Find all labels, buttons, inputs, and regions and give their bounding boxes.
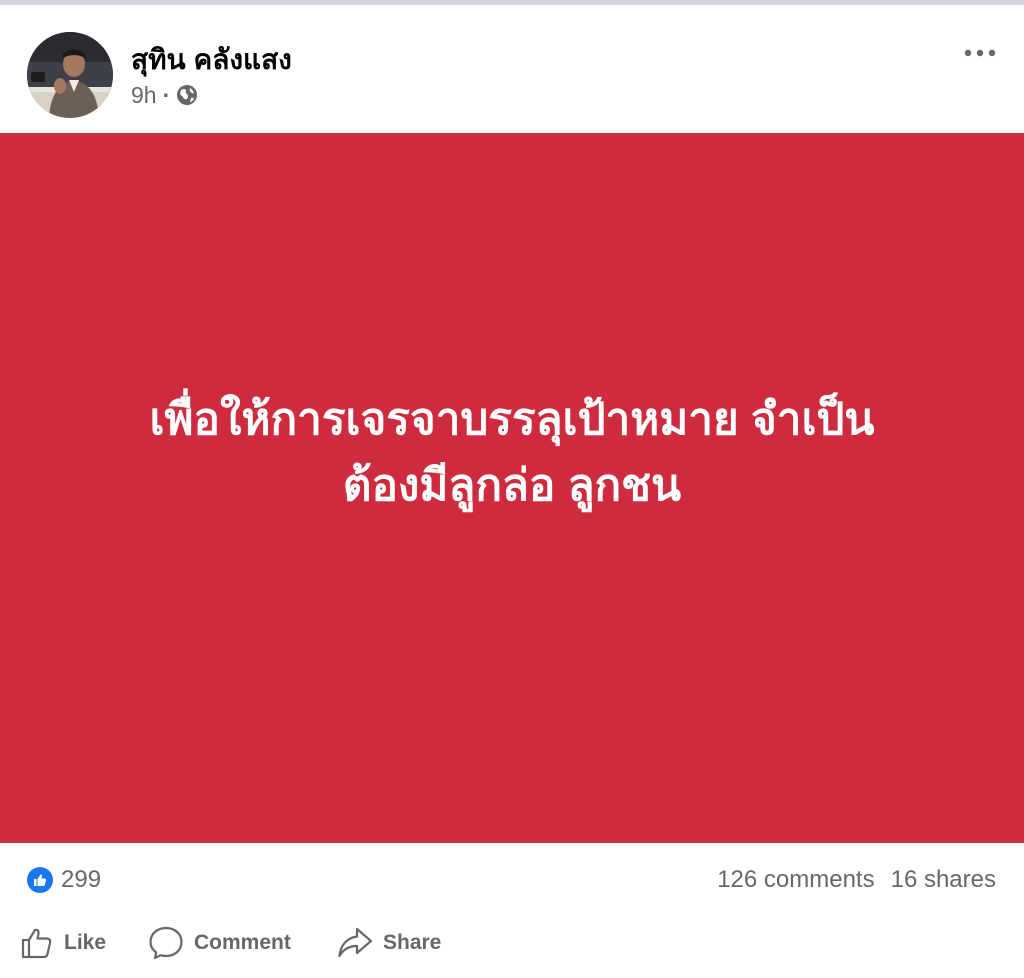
share-button[interactable]: Share (337, 925, 441, 961)
more-options-button[interactable] (960, 41, 1000, 65)
share-icon (338, 927, 373, 958)
comment-icon (149, 926, 183, 960)
like-button[interactable]: Like (20, 925, 106, 961)
more-icon (964, 49, 996, 57)
post-actions: Like Comment Share (0, 913, 1024, 978)
post-text-line: ต้องมีลูกล่อ ลูกชน (342, 461, 682, 510)
share-count[interactable]: 16 shares (891, 866, 996, 894)
post-text: เพื่อให้การเจรจาบรรลุเป้าหมาย จำเป็น ต้อ… (40, 387, 984, 519)
post-stats: 299 126 comments 16 shares (0, 843, 1024, 913)
thumbs-up-icon (21, 928, 52, 959)
post-text-line: เพื่อให้การเจรจาบรรลุเป้าหมาย จำเป็น (149, 395, 875, 444)
post-header: สุทิน คลังแสง 9h · (0, 5, 1024, 133)
globe-icon[interactable] (176, 84, 198, 106)
comment-label: Comment (194, 931, 291, 954)
comment-count[interactable]: 126 comments (717, 866, 874, 894)
reaction-summary[interactable]: 299 (27, 865, 101, 895)
author-avatar[interactable] (27, 32, 113, 118)
post-time[interactable]: 9h (131, 82, 157, 109)
avatar-photo (27, 32, 113, 118)
reaction-count: 299 (61, 866, 102, 893)
like-label: Like (64, 931, 107, 954)
post-meta: 9h · (131, 82, 198, 108)
comment-button[interactable]: Comment (148, 925, 291, 961)
engagement-counts: 126 comments 16 shares (717, 865, 996, 895)
author-name[interactable]: สุทิน คลังแสง (131, 43, 292, 77)
meta-separator: · (162, 81, 171, 108)
share-label: Share (383, 931, 442, 954)
like-reaction-icon (27, 867, 53, 893)
